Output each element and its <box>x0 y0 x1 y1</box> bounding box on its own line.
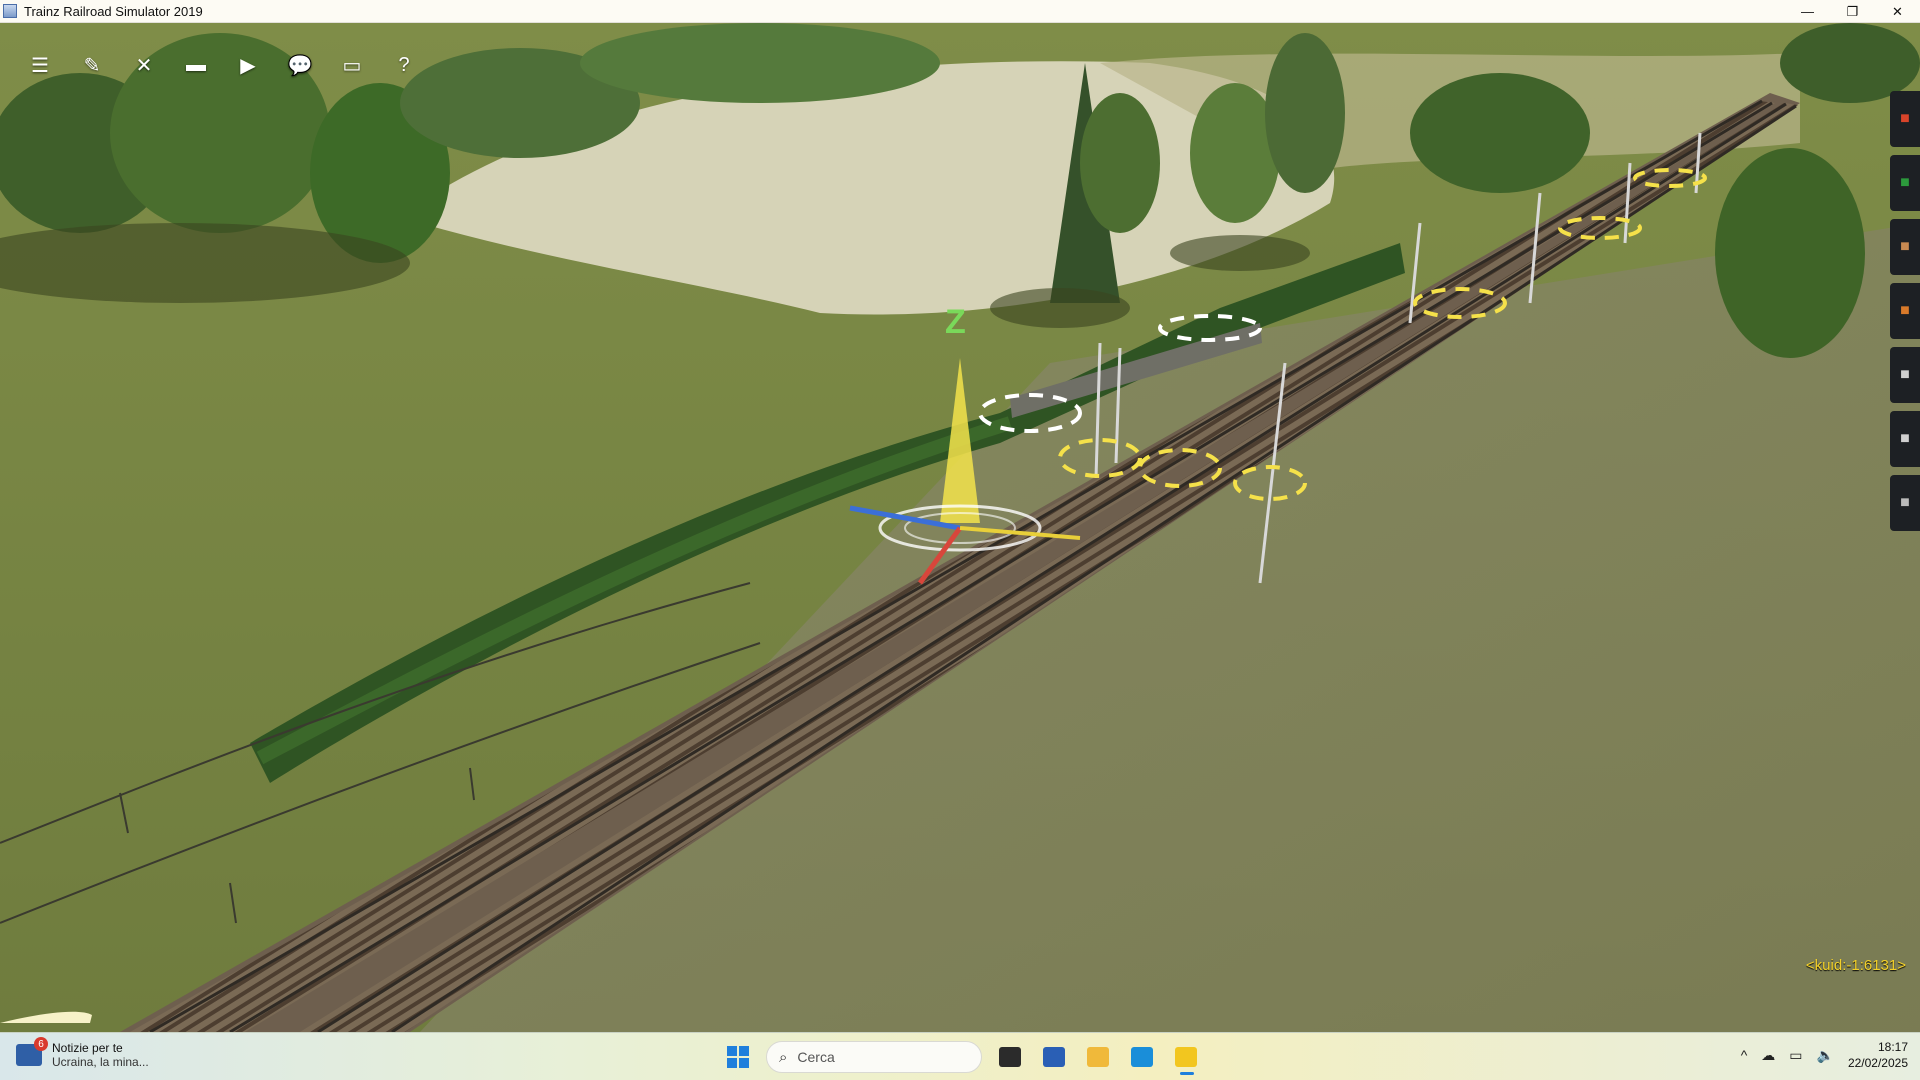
store-icon[interactable] <box>1036 1039 1072 1075</box>
file-explorer-icon[interactable] <box>1080 1039 1116 1075</box>
kuid-label: <kuid:-1:6131> <box>1805 957 1906 974</box>
news-widget[interactable]: 6 Notizie per te Ucraina, la mina... <box>16 1037 149 1069</box>
news-badge: 6 <box>34 1037 48 1051</box>
tools-icon[interactable]: ✕ <box>118 51 170 79</box>
clock[interactable]: 18:17 22/02/2025 <box>1848 1039 1908 1071</box>
search-box[interactable]: ⌕ Cerca <box>766 1041 982 1073</box>
terrain-scene: Z <box>0 23 1920 1032</box>
app-icon <box>3 4 17 18</box>
help-icon[interactable]: ? <box>378 51 430 79</box>
clock-time: 18:17 <box>1877 1040 1908 1054</box>
object-tool-icon[interactable]: ■ <box>1890 91 1920 147</box>
layers-tool-icon[interactable]: ■ <box>1890 411 1920 467</box>
clock-date: 22/02/2025 <box>1847 1056 1908 1070</box>
edge-icon[interactable] <box>1124 1039 1160 1075</box>
window-titlebar: Trainz Railroad Simulator 2019 — ❐ ✕ <box>0 0 1920 23</box>
task-view-icon[interactable] <box>992 1039 1028 1075</box>
system-tray: ^ ☁ ▭ 🔈 18:17 22/02/2025 <box>1741 1039 1908 1071</box>
windows-logo-icon <box>727 1046 737 1056</box>
edit-icon[interactable]: ✎ <box>66 51 118 79</box>
window-title: Trainz Railroad Simulator 2019 <box>24 3 203 19</box>
search-placeholder: Cerca <box>797 1049 835 1065</box>
wrench-tool-icon[interactable]: ■ <box>1890 347 1920 403</box>
settings-tool-icon[interactable]: ■ <box>1890 475 1920 531</box>
cloud-icon[interactable]: ☁ <box>1761 1047 1775 1064</box>
restore-button[interactable]: ❐ <box>1830 0 1875 23</box>
tool-side-panel: ■ ■ ■ ■ ■ ■ ■ <box>1890 91 1920 539</box>
trainz-app-icon[interactable] <box>1168 1039 1204 1075</box>
window-icon[interactable]: ▭ <box>326 51 378 79</box>
train-tool-icon[interactable]: ■ <box>1890 219 1920 275</box>
news-icon: 6 <box>16 1037 48 1066</box>
network-icon[interactable]: ▭ <box>1789 1047 1802 1064</box>
gizmo-axis-label: Z <box>945 303 966 341</box>
start-button[interactable] <box>720 1039 756 1075</box>
news-subtitle: Ucraina, la mina... <box>52 1055 149 1069</box>
close-button[interactable]: ✕ <box>1875 0 1920 23</box>
chat-icon[interactable]: 💬 <box>274 51 326 79</box>
trackside-tool-icon[interactable]: ■ <box>1890 283 1920 339</box>
chevron-up-icon[interactable]: ^ <box>1741 1047 1748 1063</box>
search-icon: ⌕ <box>779 1048 788 1066</box>
display-icon[interactable]: ▬ <box>170 51 222 79</box>
track-tool-icon[interactable]: ■ <box>1890 155 1920 211</box>
volume-icon[interactable]: 🔈 <box>1817 1047 1834 1064</box>
menu-icon[interactable]: ☰ <box>14 51 66 79</box>
windows-taskbar: 6 Notizie per te Ucraina, la mina... ⌕ C… <box>0 1032 1920 1080</box>
editor-toolbar: ☰ ✎ ✕ ▬ ▶ 💬 ▭? <box>14 51 430 79</box>
camera-icon[interactable]: ▶ <box>222 51 274 79</box>
news-title: Notizie per te <box>52 1041 123 1055</box>
game-viewport[interactable]: Z ☰ ✎ ✕ ▬ ▶ 💬 ▭? ■ ■ ■ ■ ■ ■ ■ <kuid:-1:6131> <box>0 23 1920 1032</box>
minimize-button[interactable]: — <box>1785 0 1830 23</box>
